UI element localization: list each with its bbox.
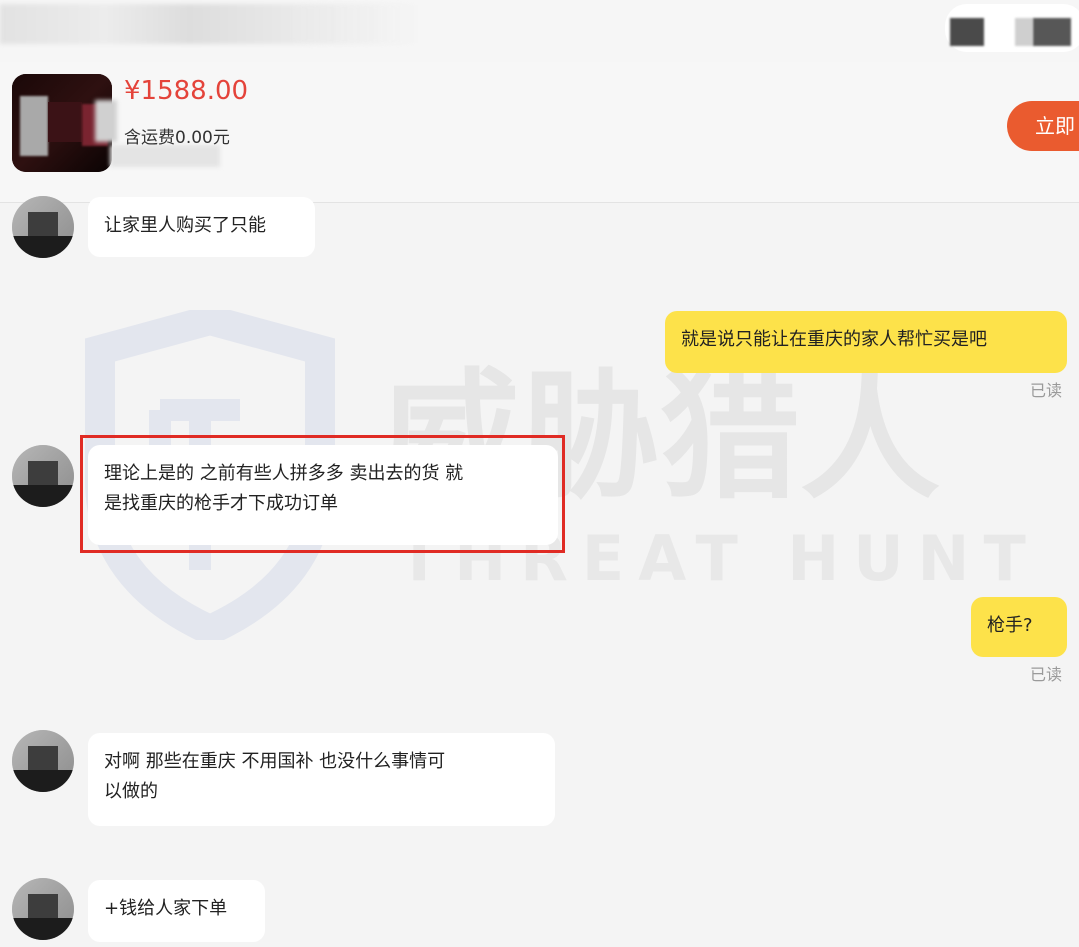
blurred-chat-title <box>0 4 420 44</box>
message-bubble: 让家里人购买了只能 <box>88 197 315 257</box>
product-price: ¥1588.00 <box>124 76 249 106</box>
more-icon[interactable] <box>950 18 984 46</box>
read-status: 已读 <box>1030 665 1063 684</box>
close-icon-dark[interactable] <box>1033 18 1071 46</box>
avatar[interactable] <box>12 196 74 258</box>
message-bubble-mine: 枪手? <box>971 597 1067 657</box>
message-text-line: 以做的 <box>104 781 158 802</box>
read-status: 已读 <box>1030 381 1063 400</box>
message-bubble-mine: 就是说只能让在重庆的家人帮忙买是吧 <box>665 311 1067 373</box>
avatar[interactable] <box>12 878 74 940</box>
blurred-region <box>95 100 117 142</box>
message-text-line: 对啊 那些在重庆 不用国补 也没什么事情可 <box>104 751 446 772</box>
avatar[interactable] <box>12 730 74 792</box>
message-bubble: 对啊 那些在重庆 不用国补 也没什么事情可 以做的 <box>88 733 555 826</box>
highlight-annotation <box>80 435 565 553</box>
avatar[interactable] <box>12 445 74 507</box>
buy-now-button[interactable]: 立即 <box>1007 101 1079 151</box>
close-icon[interactable] <box>1015 18 1033 46</box>
message-bubble: +钱给人家下单 <box>88 880 265 942</box>
blurred-region <box>110 145 220 167</box>
product-shipping: 含运费0.00元 <box>124 128 230 148</box>
